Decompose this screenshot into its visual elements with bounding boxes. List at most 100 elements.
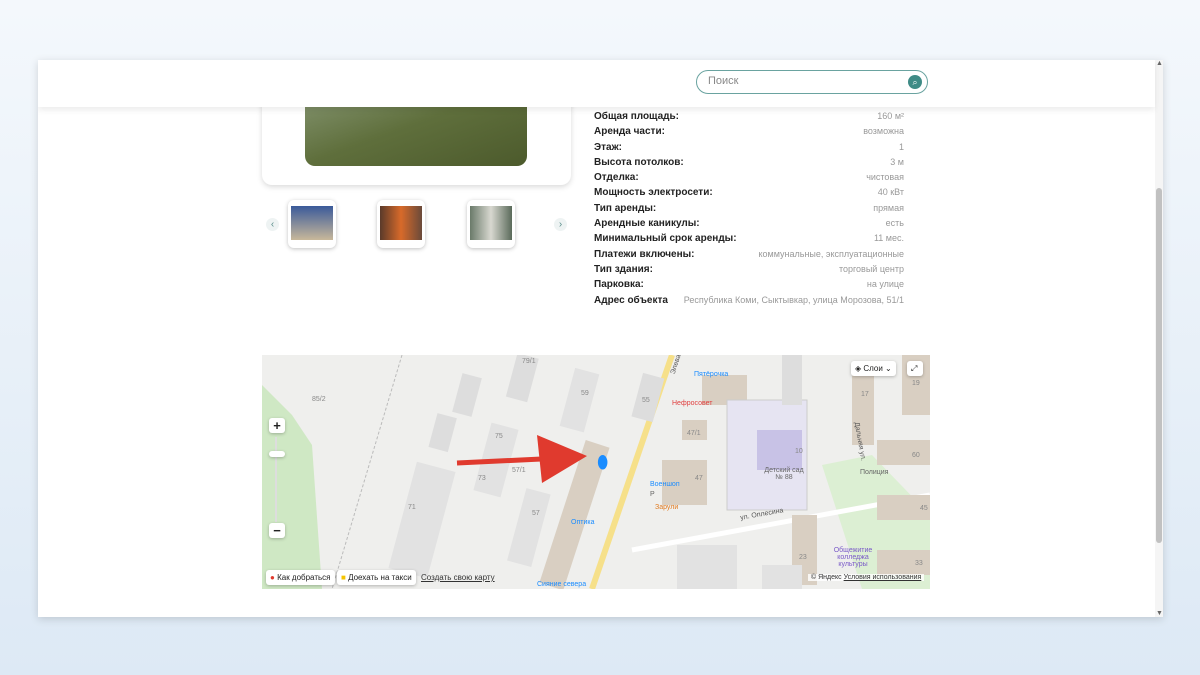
- house-number: 57: [532, 510, 540, 517]
- property-label: Отделка:: [594, 172, 639, 184]
- poi-optika[interactable]: Оптика: [571, 519, 594, 526]
- poi-dormitory[interactable]: Общежитие колледжа культуры: [828, 547, 878, 568]
- scrollbar[interactable]: ▲ ▼: [1155, 60, 1163, 617]
- property-label: Минимальный срок аренды:: [594, 233, 737, 245]
- poi-siyanie-severa[interactable]: Сияние севера: [537, 581, 586, 588]
- property-row: Этаж: 1: [594, 140, 904, 155]
- property-value: торговый центр: [838, 263, 904, 274]
- house-number: 45: [920, 505, 928, 512]
- property-label: Арендные каникулы:: [594, 218, 700, 230]
- scroll-down-arrow[interactable]: ▼: [1156, 610, 1163, 617]
- property-value: прямая: [873, 202, 904, 213]
- property-row: Общая площадь: 160 м²: [594, 109, 904, 124]
- poi-nefrosovet[interactable]: Нефросовет: [672, 400, 712, 407]
- browser-window: ⌕ ‹ › Общая площадь: 160 м² Аренда части: в…: [38, 60, 1163, 617]
- search-box[interactable]: ⌕: [696, 70, 928, 94]
- search-icon[interactable]: ⌕: [908, 75, 922, 89]
- property-label: Парковка:: [594, 279, 644, 291]
- property-row: Платежи включены: коммунальные, эксплуата…: [594, 247, 904, 262]
- layers-button[interactable]: ◈ Слои ⌄: [851, 361, 896, 376]
- house-number: 85/2: [312, 396, 326, 403]
- route-label: Как добраться: [277, 573, 331, 582]
- taxi-button[interactable]: ■ Доехать на такси: [337, 570, 416, 585]
- property-value: коммунальные, эксплуатационные: [758, 248, 904, 259]
- house-number: 71: [408, 504, 416, 511]
- copyright-text: © Яндекс: [811, 574, 842, 581]
- property-label: Высота потолков:: [594, 156, 684, 168]
- site-header: ⌕: [38, 60, 1155, 107]
- property-label: Аренда части:: [594, 126, 665, 138]
- poi-police[interactable]: Полиция: [860, 469, 888, 476]
- house-number: 60: [912, 452, 920, 459]
- property-row: Минимальный срок аренды: 11 мес.: [594, 231, 904, 246]
- thumbnail-3[interactable]: [467, 200, 515, 248]
- poi-voenshop[interactable]: Военшоп: [650, 481, 680, 488]
- layers-label: Слои: [863, 364, 883, 373]
- zoom-slider-handle[interactable]: [269, 451, 285, 457]
- property-label: Тип здания:: [594, 263, 653, 275]
- house-number: 55: [642, 397, 650, 404]
- yandex-map[interactable]: ⬮ 85/2 79/1 59 55 75 57/1 73 71 57 47/1 …: [262, 355, 930, 589]
- house-number: 75: [495, 433, 503, 440]
- poi-pyaterochka[interactable]: Пятёрочка: [694, 371, 728, 378]
- property-value: 11 мес.: [873, 233, 904, 244]
- scrollbar-thumb[interactable]: [1156, 188, 1162, 543]
- pin-icon: ●: [270, 573, 275, 582]
- house-number: 10: [795, 448, 803, 455]
- property-label: Адрес объекта: [594, 294, 668, 306]
- property-row: Адрес объекта Республика Коми, Сыктывкар,…: [594, 293, 904, 308]
- property-value: 1: [898, 141, 904, 152]
- property-value: на улице: [866, 279, 904, 290]
- property-row: Парковка: на улице: [594, 277, 904, 292]
- house-number: 47/1: [687, 430, 701, 437]
- scroll-up-arrow[interactable]: ▲: [1156, 60, 1163, 67]
- fullscreen-button[interactable]: ⤢: [907, 361, 923, 376]
- property-value: 40 кВт: [877, 187, 904, 198]
- house-number: 19: [912, 380, 920, 387]
- property-value: Республика Коми, Сыктывкар, улица Морозо…: [683, 294, 904, 305]
- zoom-slider-track[interactable]: [275, 437, 277, 522]
- house-number: 59: [581, 390, 589, 397]
- property-row: Мощность электросети: 40 кВт: [594, 185, 904, 200]
- poi-zaruli[interactable]: Зарули: [655, 504, 678, 511]
- property-row: Арендные каникулы: есть: [594, 216, 904, 231]
- thumbnail-1[interactable]: [288, 200, 336, 248]
- house-number: 57/1: [512, 467, 526, 474]
- property-row: Тип аренды: прямая: [594, 201, 904, 216]
- zoom-out-button[interactable]: −: [269, 523, 285, 538]
- terms-link[interactable]: Условия использования: [844, 574, 922, 581]
- prev-photo-arrow[interactable]: ‹: [266, 218, 279, 231]
- thumbnail-2[interactable]: [377, 200, 425, 248]
- property-label: Общая площадь:: [594, 111, 680, 122]
- property-details: Общая площадь: 160 м² Аренда части: возможн…: [594, 109, 904, 308]
- property-label: Мощность электросети:: [594, 187, 713, 199]
- property-value: возможна: [863, 126, 904, 137]
- house-number: 23: [799, 554, 807, 561]
- property-row: Высота потолков: 3 м: [594, 155, 904, 170]
- property-value: есть: [885, 218, 904, 229]
- property-row: Отделка: чистовая: [594, 170, 904, 185]
- route-button[interactable]: ● Как добраться: [266, 570, 335, 585]
- map-copyright: © Яндекс Условия использования: [808, 574, 925, 581]
- zoom-in-button[interactable]: +: [269, 418, 285, 433]
- property-value: 160 м²: [877, 111, 904, 121]
- taxi-label: Доехать на такси: [348, 573, 412, 582]
- taxi-icon: ■: [341, 573, 346, 582]
- property-label: Платежи включены:: [594, 248, 695, 260]
- location-pin-icon[interactable]: ⬮: [597, 452, 608, 473]
- property-value: 3 м: [890, 156, 904, 167]
- property-value: чистовая: [866, 172, 904, 183]
- house-number: 47: [695, 475, 703, 482]
- property-row: Тип здания: торговый центр: [594, 262, 904, 277]
- house-number: 17: [861, 391, 869, 398]
- parking-label: P: [650, 491, 655, 498]
- house-number: 73: [478, 475, 486, 482]
- search-input[interactable]: [706, 74, 900, 88]
- house-number: 79/1: [522, 358, 536, 365]
- create-map-link[interactable]: Создать свою карту: [421, 573, 495, 582]
- next-photo-arrow[interactable]: ›: [554, 218, 567, 231]
- house-number: 33: [915, 560, 923, 567]
- property-label: Этаж:: [594, 141, 622, 153]
- property-row: Аренда части: возможна: [594, 124, 904, 139]
- poi-kindergarten[interactable]: Детский сад № 88: [764, 467, 804, 481]
